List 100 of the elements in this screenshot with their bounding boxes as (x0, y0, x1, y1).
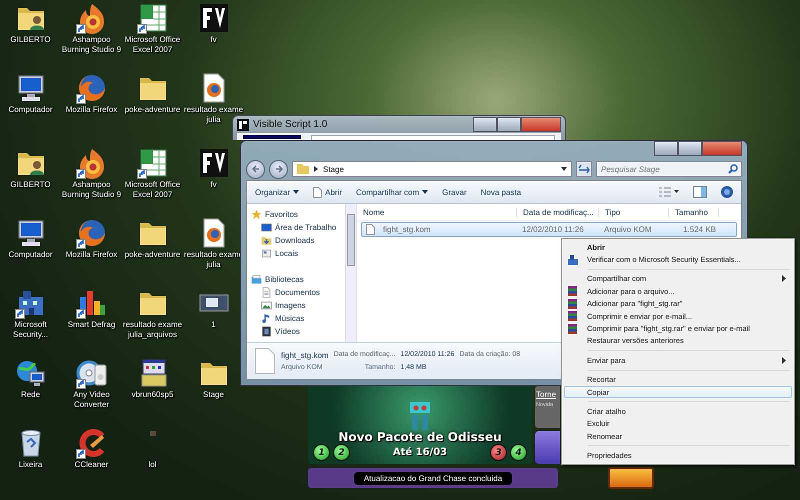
nav-item[interactable]: Músicas (251, 312, 345, 324)
icon-label[interactable]: Ashampoo Burning Studio 9 (62, 180, 122, 199)
toolbar-button[interactable]: Organizar (255, 188, 300, 196)
column-header[interactable]: Tipo (599, 208, 669, 216)
toolbar-button[interactable]: Abrir (313, 186, 342, 198)
app-logo-icon (237, 118, 249, 130)
back-button[interactable] (246, 160, 265, 178)
pane-icon (693, 186, 707, 198)
icon-label[interactable]: Ashampoo Burning Studio 9 (62, 35, 122, 54)
nav-item[interactable]: Documentos (251, 286, 345, 298)
icon-label[interactable]: Any Video Converter (62, 390, 122, 409)
file-size: 1.524 KB (682, 225, 717, 234)
nav-item[interactable]: Imagens (251, 299, 345, 311)
column-header[interactable]: Nome (357, 208, 517, 216)
view-options-button[interactable] (659, 187, 679, 197)
column-header[interactable]: Data de modificaç... (517, 208, 599, 216)
minimize-button[interactable] (654, 141, 678, 156)
nav-item[interactable]: Locais (251, 247, 345, 259)
toolbar-button[interactable]: Compartilhar com (356, 188, 428, 196)
icon-label[interactable]: Mozilla Firefox (66, 250, 118, 260)
icon-label[interactable]: Stage (203, 390, 224, 400)
maximize-button[interactable] (678, 141, 702, 156)
scrollbar[interactable] (345, 204, 356, 342)
minimize-button[interactable] (473, 117, 497, 132)
document-icon (261, 286, 272, 298)
nav-item[interactable]: Vídeos (251, 325, 345, 337)
list-view-icon (659, 187, 679, 197)
desktop-icon (261, 222, 272, 232)
page-button[interactable]: 4 (510, 444, 527, 461)
film-icon (261, 326, 272, 336)
places-icon (261, 248, 272, 258)
download-folder-icon (261, 234, 272, 246)
arrow-left-icon (250, 164, 260, 174)
icon-label[interactable]: poke-adventure (124, 105, 180, 114)
music-note-icon (261, 312, 272, 324)
toolbar-button[interactable]: Nova pasta (480, 188, 522, 196)
start-button[interactable] (608, 467, 654, 489)
nav-group[interactable]: Bibliotecas (251, 273, 345, 285)
folder-icon (297, 164, 309, 174)
refresh-icon (578, 164, 590, 174)
icon-label[interactable]: Computador (8, 105, 53, 114)
preview-pane-button[interactable] (693, 186, 707, 198)
icon-label[interactable]: Rede (20, 390, 40, 400)
news-link[interactable]: Torne (536, 390, 559, 399)
books-icon (568, 324, 577, 334)
help-button[interactable] (721, 186, 733, 198)
close-button[interactable] (702, 141, 742, 156)
icon-label[interactable]: vbrun60sp5 (132, 390, 174, 400)
icon-label[interactable]: GILBERTO (10, 180, 51, 190)
icon-label[interactable]: fv (210, 180, 217, 190)
file-name: fight_stg.kom (281, 351, 329, 360)
icon-label[interactable]: 1 (211, 320, 216, 330)
icon-label[interactable]: Microsoft Office Excel 2007 (122, 180, 182, 199)
icon-label[interactable]: CCleaner (74, 460, 108, 470)
forward-button[interactable] (269, 160, 288, 178)
nav-item[interactable]: Área de Trabalho (251, 221, 345, 233)
star-icon (251, 208, 262, 220)
banner-title: Novo Pacote de Odisseu (338, 430, 502, 444)
scrollbar-thumb[interactable] (347, 214, 355, 266)
icon-label[interactable]: Microsoft Security... (0, 320, 60, 339)
logo-icon[interactable] (198, 2, 230, 34)
page-button[interactable]: 3 (490, 444, 507, 461)
input-field[interactable] (311, 135, 555, 140)
image-icon (261, 300, 272, 310)
building-icon (568, 254, 578, 265)
file-date: 12/02/2010 11:26 (521, 225, 585, 234)
dropdown-arrow-icon[interactable] (561, 167, 567, 171)
maximize-button[interactable] (497, 117, 521, 132)
icon-label[interactable]: resultado exame julia (184, 105, 244, 124)
icon-label[interactable]: Lixeira (18, 460, 42, 470)
icon-label[interactable]: Smart Defrag (68, 320, 116, 330)
column-header[interactable]: Tamanho (669, 208, 719, 216)
status-message: Atualizacao do Grand Chase concluida (354, 472, 512, 484)
banner-subtitle: Até 16/03 (392, 447, 448, 458)
icon-label[interactable]: GILBERTO (10, 35, 51, 44)
color-block (243, 135, 301, 139)
icon-label[interactable]: fv (210, 35, 217, 44)
library-icon (251, 274, 262, 284)
close-button[interactable] (521, 117, 561, 132)
icon-label[interactable]: Mozilla Firefox (66, 105, 118, 114)
icon-label[interactable]: poke-adventure (124, 250, 180, 260)
page-icon (313, 186, 322, 198)
toolbar-button[interactable]: Gravar (442, 188, 467, 196)
dropdown-arrow-icon (422, 190, 428, 194)
file-name: fight_stg.kom (382, 225, 431, 234)
window-title: Visible Script 1.0 (253, 119, 328, 130)
icon-label[interactable]: Microsoft Office Excel 2007 (122, 35, 182, 54)
icon-label[interactable]: resultado exame julia_arquivos (122, 320, 182, 339)
nav-group[interactable]: Favoritos (251, 208, 345, 220)
page-button[interactable]: 2 (333, 444, 350, 461)
page-button[interactable]: 1 (313, 444, 330, 461)
icon-label[interactable]: Computador (8, 250, 53, 260)
refresh-button[interactable] (576, 161, 592, 177)
address-bar[interactable]: Stage (292, 161, 572, 177)
file-row[interactable]: fight_stg.kom 12/02/2010 11:26 Arquivo KOM 1.524 KB (361, 222, 737, 237)
icon-label[interactable]: lol (148, 460, 156, 470)
nav-item[interactable]: Downloads (251, 234, 345, 246)
logo-icon[interactable] (198, 147, 230, 179)
breadcrumb-item[interactable]: Stage (323, 164, 344, 174)
search-field[interactable]: Pesquisar Stage (596, 161, 742, 177)
